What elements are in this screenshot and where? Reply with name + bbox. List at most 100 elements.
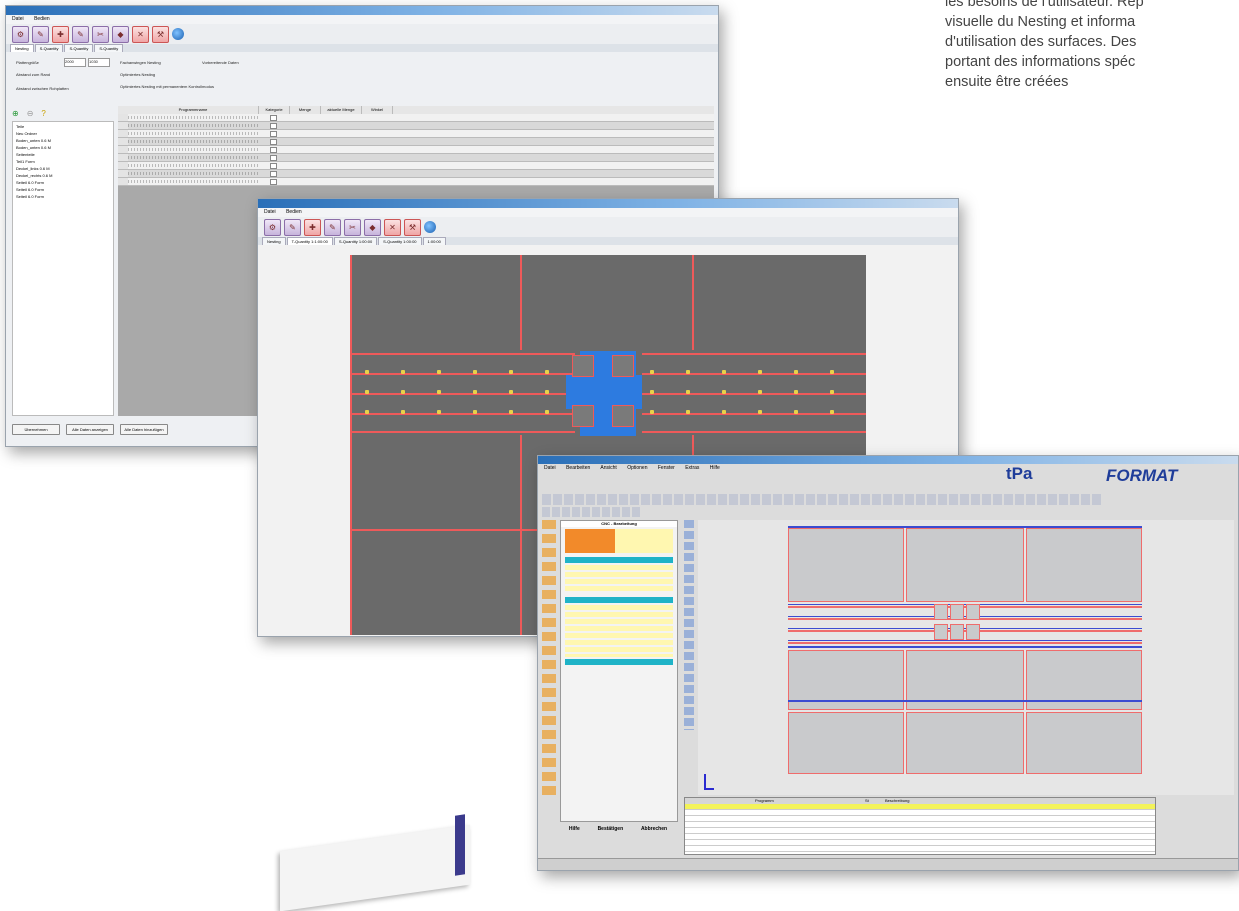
tab-quantity[interactable]: S-Quantity 1:00:00 (333, 237, 378, 245)
sheet-icon[interactable]: ✎ (324, 218, 341, 236)
nested-sub-part[interactable] (934, 604, 948, 620)
tree-item[interactable]: Deckel_rechts 0.6 M (16, 172, 110, 179)
tree-item[interactable]: Seiteil 6.0 Form (16, 186, 110, 193)
menu-item[interactable]: Bedien (34, 16, 50, 22)
nested-sub-part[interactable] (966, 624, 980, 640)
table-row[interactable] (118, 146, 714, 154)
column-header[interactable]: Kategorie (259, 106, 290, 114)
nested-sub-part[interactable] (950, 624, 964, 640)
tree-item[interactable]: Boden_unten 0.6 M (16, 144, 110, 151)
sheet-panel[interactable] (906, 528, 1024, 602)
part-icon[interactable]: ✎ (32, 25, 49, 43)
nested-sub-part[interactable] (612, 355, 634, 377)
tab-quantity[interactable]: S-Quantity 1:00:00 (378, 237, 422, 245)
menu-item[interactable]: Bedien (286, 209, 302, 215)
cnc-canvas[interactable] (698, 520, 1234, 795)
tree-item[interactable]: Seiteil 6.0 Form (16, 193, 110, 200)
category-checkbox[interactable] (270, 131, 277, 137)
column-header[interactable]: Programm (755, 798, 865, 804)
radio-option[interactable]: Vorbereitende Daten (202, 60, 239, 65)
category-checkbox[interactable] (270, 171, 277, 177)
tab-nesting[interactable]: Nesting (262, 237, 286, 245)
menu-item[interactable]: Ansicht (600, 465, 616, 471)
option-checkbox[interactable]: Optimiertes Nesting (120, 72, 155, 77)
sheet-panel[interactable] (1026, 528, 1142, 602)
sheet-panel[interactable] (788, 712, 904, 774)
nest-icon[interactable]: ✚ (52, 25, 69, 43)
category-checkbox[interactable] (270, 139, 277, 145)
show-all-button[interactable]: Alle Daten anzeigen (66, 424, 114, 435)
nested-sub-part[interactable] (934, 624, 948, 640)
window-titlebar[interactable] (258, 199, 958, 208)
menu-item[interactable]: Datei (12, 16, 24, 22)
option-checkbox[interactable]: Optimiertes Nesting mit permanentem Kont… (120, 84, 214, 89)
sheet-panel[interactable] (1026, 712, 1142, 774)
add-icon[interactable]: ⊕ (12, 109, 19, 118)
cancel-button[interactable]: Abbrechen (641, 826, 667, 832)
tab-quantity[interactable]: S-Quantity (94, 44, 124, 52)
nested-part[interactable] (566, 375, 642, 409)
tab-quantity[interactable]: 1:00:00 (422, 237, 446, 245)
category-checkbox[interactable] (270, 123, 277, 129)
tree-item[interactable]: Teile (16, 123, 110, 130)
tab-quantity[interactable]: S-Quantity (34, 44, 64, 52)
window-titlebar[interactable] (6, 6, 718, 15)
layer-icon[interactable]: ◆ (364, 218, 381, 236)
tab-quantity[interactable]: S-Quantity (64, 44, 94, 52)
tree-item[interactable]: Teil1 Form (16, 158, 110, 165)
nested-sub-part[interactable] (572, 405, 594, 427)
plate-width-input[interactable]: 2000 (64, 58, 86, 67)
table-row[interactable] (118, 114, 714, 122)
tree-item[interactable]: Boden_unten 0.6 M (16, 137, 110, 144)
tools-icon[interactable]: ✕ (384, 218, 401, 236)
menu-item[interactable]: Datei (544, 465, 556, 471)
globe-icon[interactable] (424, 221, 436, 233)
table-row[interactable] (685, 846, 1155, 852)
table-row[interactable] (118, 138, 714, 146)
settings-icon[interactable]: ⚙ (264, 218, 281, 236)
sheet-icon[interactable]: ✎ (72, 25, 89, 43)
table-row[interactable] (118, 154, 714, 162)
globe-icon[interactable] (172, 28, 184, 40)
nested-sub-part[interactable] (966, 604, 980, 620)
table-row[interactable] (118, 170, 714, 178)
table-row[interactable] (118, 162, 714, 170)
category-checkbox[interactable] (270, 163, 277, 169)
option-checkbox[interactable]: Fachanwingen Nesting (120, 60, 161, 65)
column-header[interactable]: aktuelle Menge (321, 106, 362, 114)
nested-sub-part[interactable] (572, 355, 594, 377)
add-all-button[interactable]: Alle Daten hinzufügen (120, 424, 168, 435)
cut-icon[interactable]: ✂ (344, 218, 361, 236)
menu-item[interactable]: Hilfe (710, 465, 720, 471)
tools-icon[interactable]: ✕ (132, 25, 149, 43)
table-row[interactable] (118, 178, 714, 186)
column-header[interactable]: Programmname (128, 106, 259, 114)
column-header[interactable]: Menge (290, 106, 321, 114)
category-checkbox[interactable] (270, 147, 277, 153)
tree-item[interactable]: Neu Ordner (16, 130, 110, 137)
nested-sub-part[interactable] (612, 405, 634, 427)
column-header[interactable]: St (865, 798, 885, 804)
right-tool-strip[interactable] (684, 520, 694, 730)
tree-item[interactable]: Seiteil 6.0 Form (16, 179, 110, 186)
help-icon[interactable]: ? (41, 109, 45, 118)
wrench-icon[interactable]: ⚒ (404, 218, 421, 236)
menu-item[interactable]: Bearbeiten (566, 465, 590, 471)
sheet-panel[interactable] (788, 528, 904, 602)
wrench-icon[interactable]: ⚒ (152, 25, 169, 43)
cut-icon[interactable]: ✂ (92, 25, 109, 43)
part-icon[interactable]: ✎ (284, 218, 301, 236)
menu-item[interactable]: Datei (264, 209, 276, 215)
settings-icon[interactable]: ⚙ (12, 25, 29, 43)
tab-quantity[interactable]: T-Quantity 1:1:00:00 (286, 237, 333, 245)
apply-button[interactable]: Übernehmen (12, 424, 60, 435)
category-checkbox[interactable] (270, 155, 277, 161)
category-checkbox[interactable] (270, 115, 277, 121)
table-row[interactable] (118, 130, 714, 138)
column-header[interactable]: Beschreibung (885, 798, 945, 804)
menu-item[interactable]: Fenster (658, 465, 675, 471)
left-tool-strip[interactable] (542, 520, 556, 800)
plate-height-input[interactable]: 1030 (88, 58, 110, 67)
layer-icon[interactable]: ◆ (112, 25, 129, 43)
menu-item[interactable]: Extras (685, 465, 699, 471)
